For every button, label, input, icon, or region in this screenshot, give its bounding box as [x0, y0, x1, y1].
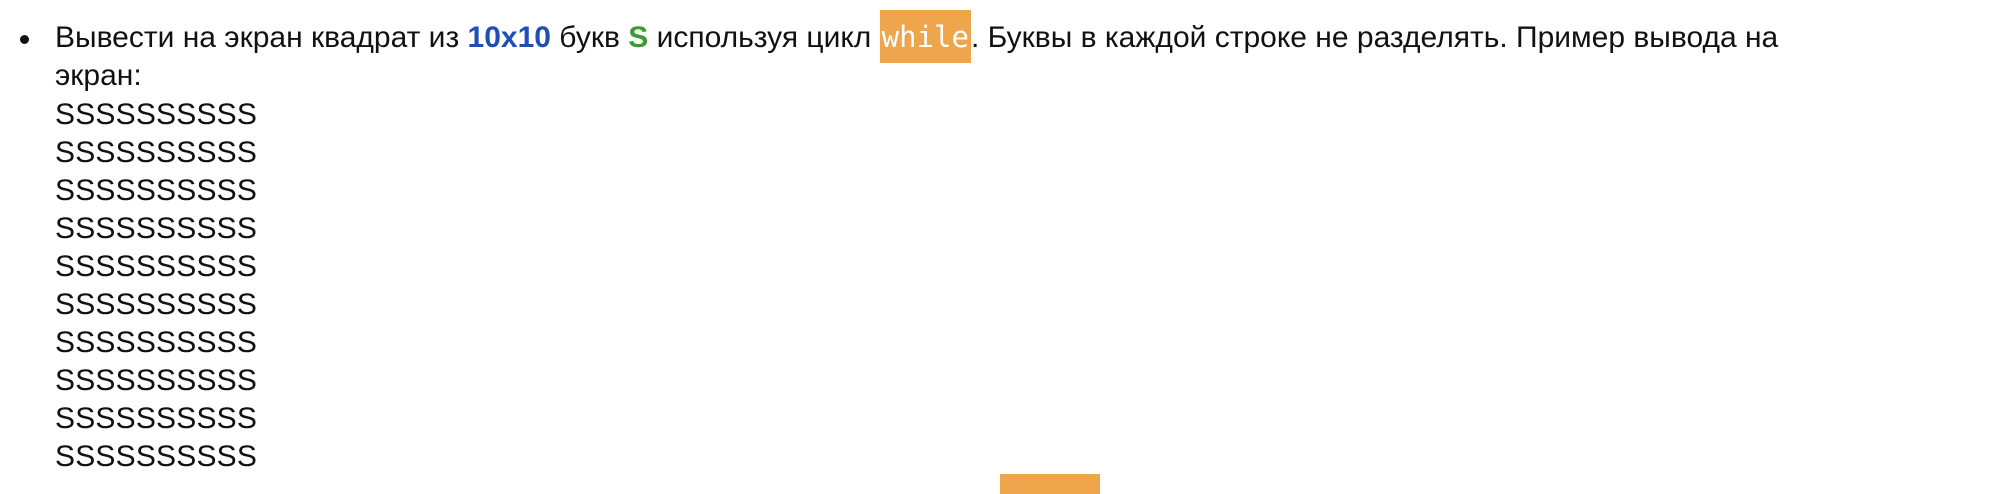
output-line: SSSSSSSSSS: [55, 136, 258, 169]
output-line: SSSSSSSSSS: [55, 98, 258, 131]
output-line: SSSSSSSSSS: [55, 288, 258, 321]
output-line: SSSSSSSSSS: [55, 250, 258, 283]
task-list: Вывести на экран квадрат из 10x10 букв S…: [0, 0, 2006, 476]
task-description: Вывести на экран квадрат из 10x10 букв S…: [55, 10, 1985, 95]
output-line: SSSSSSSSSS: [55, 440, 258, 473]
square-size: 10x10: [467, 21, 551, 54]
output-example: SSSSSSSSSS SSSSSSSSSS SSSSSSSSSS SSSSSSS…: [55, 96, 1986, 476]
task-text-part: . Буквы в каждой строке не разделять. Пр…: [970, 21, 1779, 54]
letter-highlight: S: [628, 21, 649, 54]
bullet-icon: [20, 35, 29, 44]
output-line: SSSSSSSSSS: [55, 364, 258, 397]
output-line: SSSSSSSSSS: [55, 212, 258, 245]
output-line: SSSSSSSSSS: [55, 402, 258, 435]
scroll-thumb[interactable]: [1000, 474, 1100, 494]
output-line: SSSSSSSSSS: [55, 326, 258, 359]
output-line: SSSSSSSSSS: [55, 174, 258, 207]
task-text-part: букв: [550, 21, 629, 54]
task-text-part: используя цикл: [648, 21, 880, 54]
task-text-line2: экран:: [55, 59, 142, 92]
task-text-part: Вывести на экран квадрат из: [55, 21, 468, 54]
task-item: Вывести на экран квадрат из 10x10 букв S…: [0, 0, 2006, 476]
code-keyword: while: [879, 10, 971, 63]
